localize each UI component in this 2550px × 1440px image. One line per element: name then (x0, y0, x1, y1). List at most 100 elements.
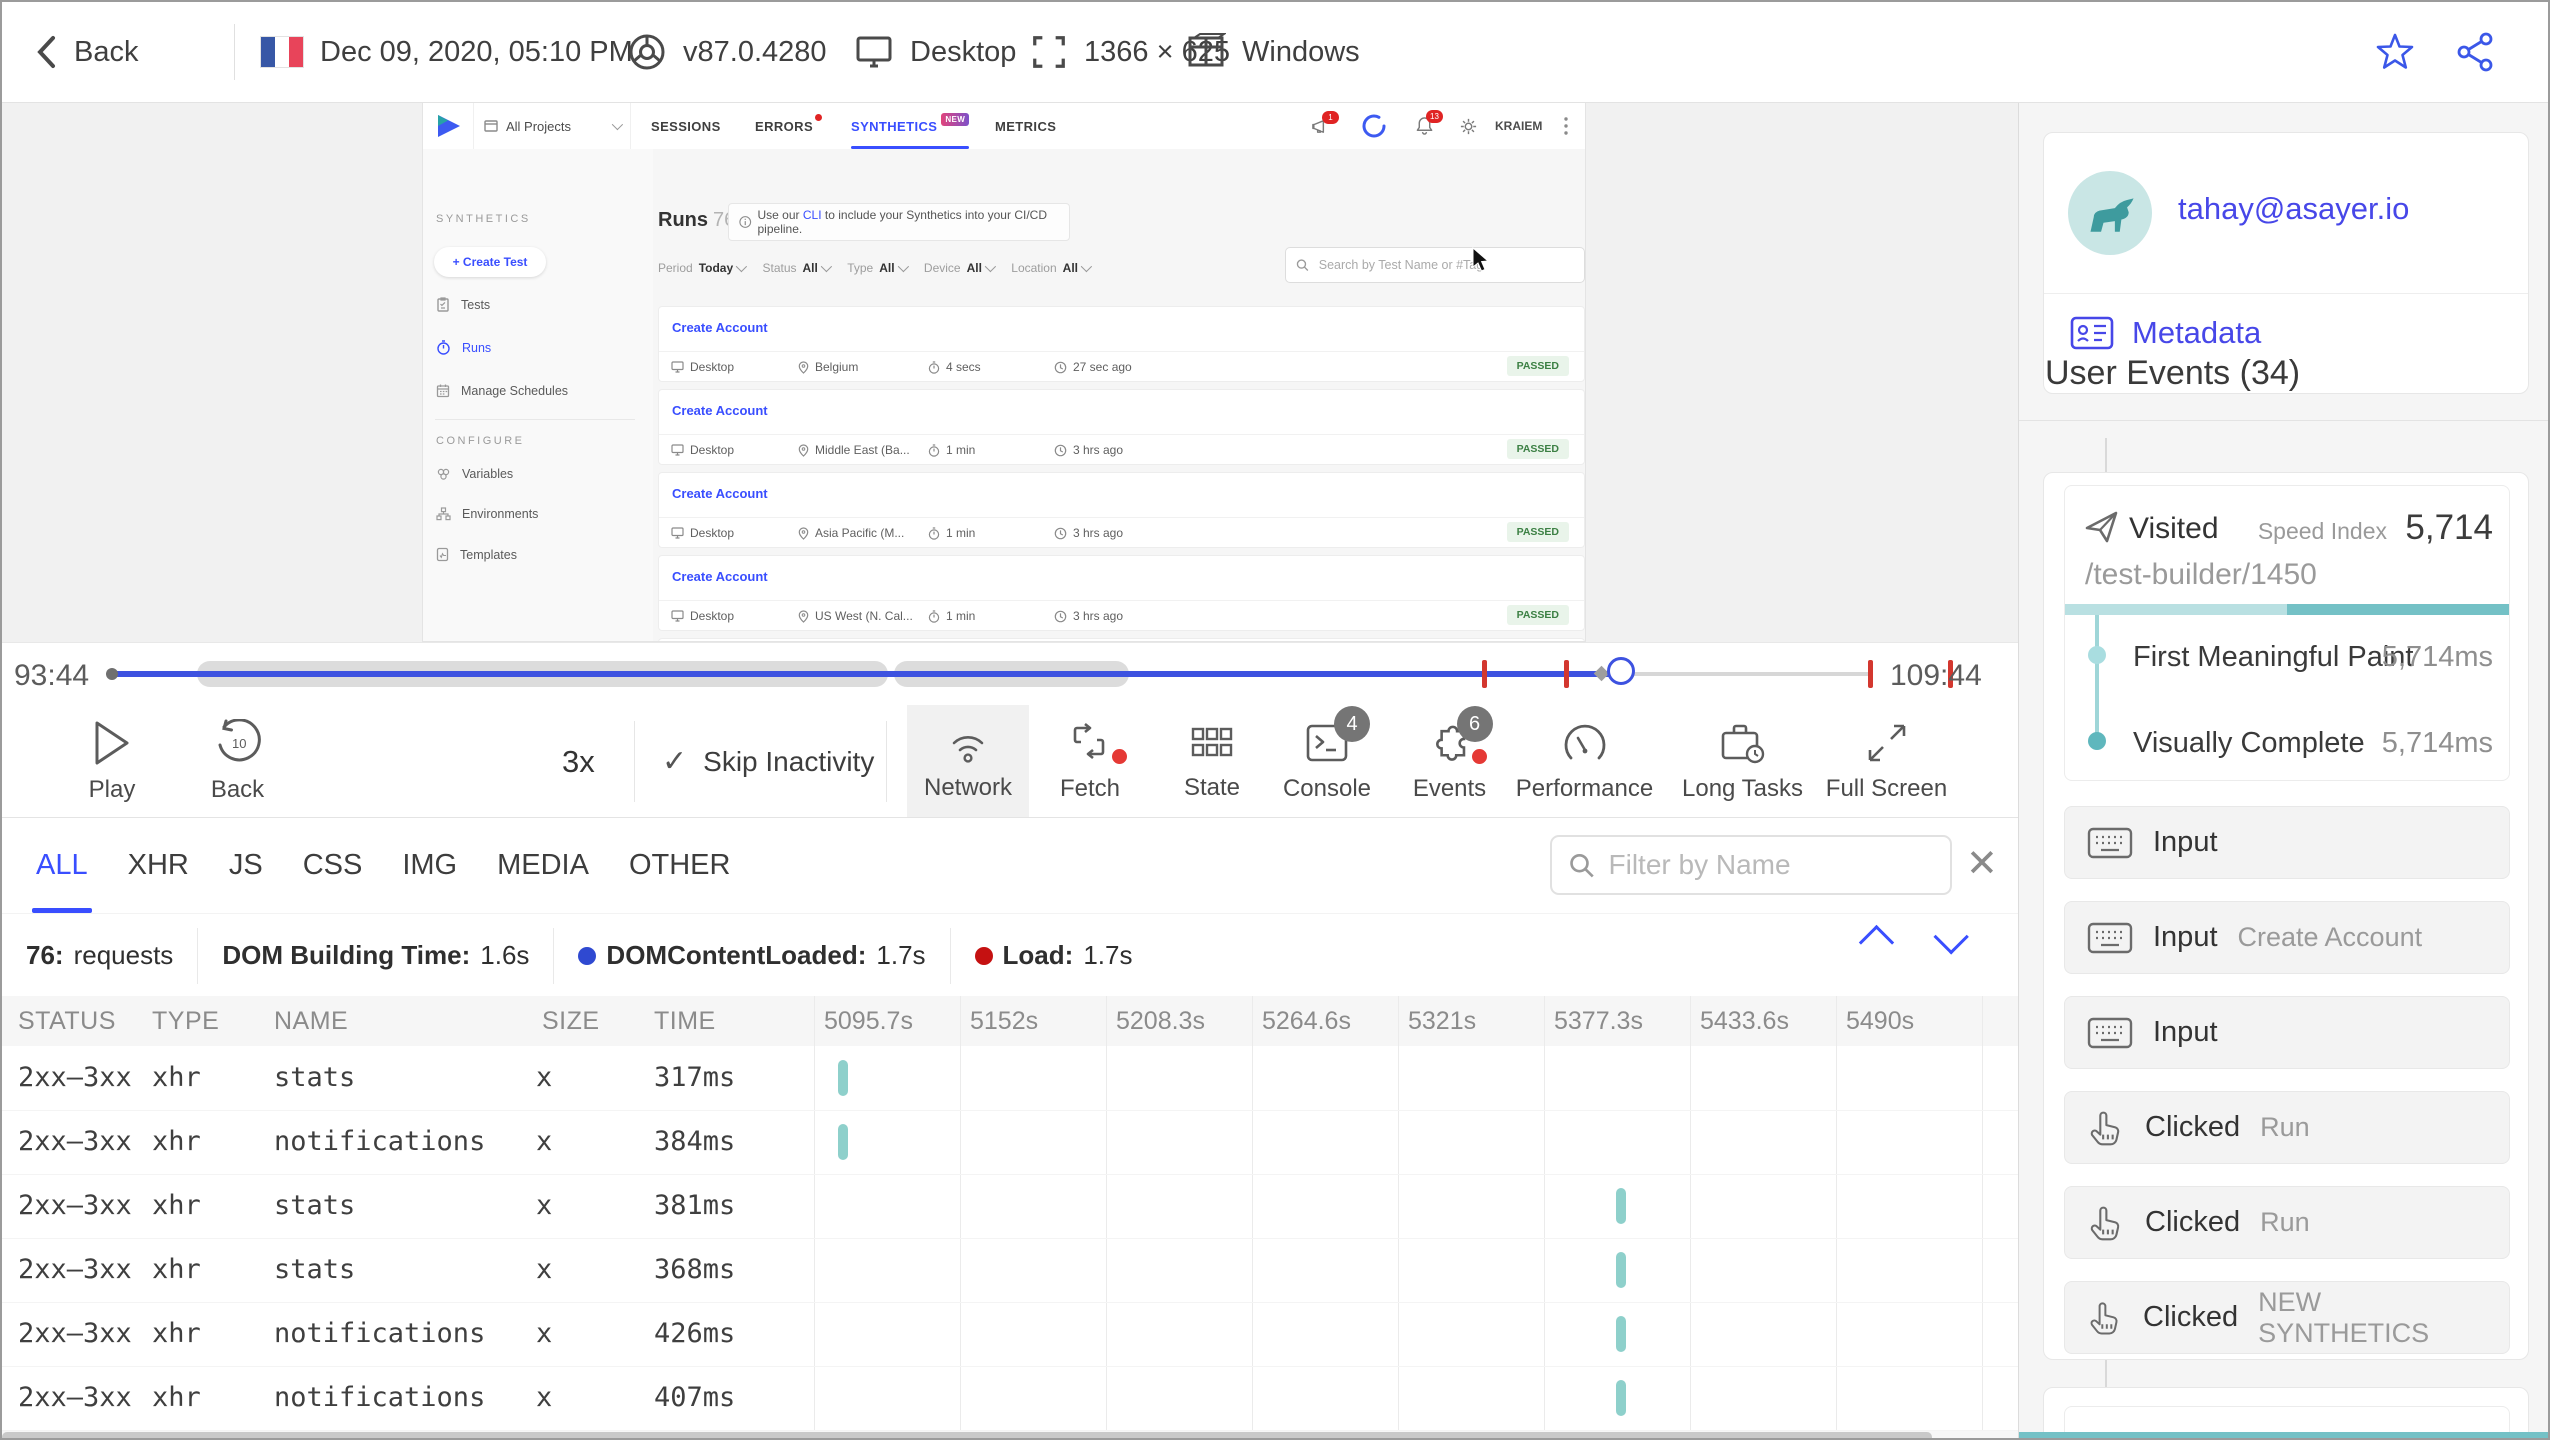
run-name-link[interactable]: Create Account (672, 569, 768, 584)
timeline-progress[interactable] (112, 671, 1624, 677)
settings-button[interactable] (1459, 103, 1478, 149)
app-tab-sessions[interactable]: SESSIONS (651, 103, 721, 149)
test-search-box[interactable] (1285, 247, 1585, 283)
announcement-count: 1 (1322, 110, 1339, 124)
windows-icon (1188, 33, 1226, 67)
network-panel-button[interactable]: Network (907, 705, 1029, 818)
speed-toggle[interactable]: 3x (562, 705, 595, 818)
tab-all[interactable]: ALL (36, 849, 88, 882)
skip-inactivity-toggle[interactable]: ✓ Skip Inactivity (662, 705, 874, 818)
error-marker[interactable] (1564, 660, 1569, 688)
request-row[interactable]: 2xx–3xx xhr notifications x 407ms (2, 1366, 2018, 1431)
filter-box[interactable] (1550, 835, 1952, 895)
state-panel-button[interactable]: State (1162, 705, 1262, 818)
test-search-input[interactable] (1316, 257, 1574, 273)
back-10s-button[interactable]: 10 Back (190, 705, 285, 818)
metadata-button[interactable]: Metadata (2070, 315, 2261, 351)
run-name-link[interactable]: Create Account (672, 486, 768, 501)
sidebar-item-templates[interactable]: Templates (436, 547, 517, 562)
event-item-clicked[interactable]: Clicked NEW SYNTHETICS (2064, 1281, 2510, 1354)
browser-info: v87.0.4280 (627, 2, 827, 102)
favorite-button[interactable] (2374, 2, 2416, 102)
notifications-button[interactable]: 13 (1415, 103, 1443, 149)
app-tab-errors[interactable]: ERRORS (755, 103, 823, 149)
sidebar-item-runs[interactable]: Runs (436, 340, 491, 355)
player-timeline[interactable]: 93:44 109:44 (2, 642, 2018, 705)
filter-location[interactable]: Location All (1011, 260, 1093, 275)
user-menu[interactable]: KRAIEM (1495, 103, 1542, 149)
filter-status[interactable]: Status All (762, 260, 833, 275)
horizontal-scrollbar[interactable] (2, 1431, 2018, 1438)
request-row[interactable]: 2xx–3xx xhr stats x 381ms (2, 1174, 2018, 1239)
tab-xhr[interactable]: XHR (128, 849, 189, 882)
create-test-button[interactable]: + Create Test (434, 247, 546, 277)
tab-js[interactable]: JS (229, 849, 263, 882)
dom-content-loaded: DOMContentLoaded: 1.7s (554, 927, 951, 984)
filter-type[interactable]: Type All (847, 260, 909, 275)
request-row[interactable]: 2xx–3xx xhr notifications x 426ms (2, 1302, 2018, 1367)
request-row[interactable]: 2xx–3xx xhr notifications x 384ms (2, 1110, 2018, 1175)
event-item-input[interactable]: Input (2064, 806, 2510, 879)
long-tasks-panel-button[interactable]: Long Tasks (1670, 705, 1815, 818)
scrollbar-thumb[interactable] (2, 1432, 1932, 1438)
playhead-handle[interactable] (1607, 657, 1635, 685)
close-panel-button[interactable]: ✕ (1966, 844, 1998, 884)
performance-panel-button[interactable]: Performance (1507, 705, 1662, 818)
run-card[interactable]: Create Account Desktop Middle East (Ba..… (658, 389, 1585, 465)
app-logo[interactable] (433, 103, 463, 149)
events-panel-button[interactable]: 6 Events (1402, 705, 1497, 818)
full-screen-button[interactable]: Full Screen (1814, 705, 1959, 818)
back-button[interactable]: Back (34, 2, 138, 102)
app-tab-synthetics[interactable]: SYNTHETICS NEW (851, 103, 970, 149)
project-name: All Projects (506, 118, 572, 134)
project-selector[interactable]: All Projects (473, 103, 631, 149)
app-tab-metrics[interactable]: METRICS (995, 103, 1056, 149)
visited-url: /test-builder/1450 (2085, 558, 2317, 591)
event-item-input[interactable]: Input Create Account (2064, 901, 2510, 974)
share-button[interactable] (2454, 2, 2498, 102)
run-name-link[interactable]: Create Account (672, 403, 768, 418)
tab-other[interactable]: OTHER (629, 849, 731, 882)
sidebar-item-variables[interactable]: Variables (436, 467, 513, 481)
fetch-panel-button[interactable]: Fetch (1040, 705, 1140, 818)
console-panel-button[interactable]: 4 Console (1267, 705, 1387, 818)
visited-event-card[interactable]: Visited Speed Index 5,714 /test-builder/… (2064, 485, 2510, 781)
request-row[interactable]: 2xx–3xx xhr stats x 317ms (2, 1046, 2018, 1111)
tab-css[interactable]: CSS (303, 849, 363, 882)
filter-input[interactable] (1606, 848, 1934, 882)
error-marker[interactable] (1868, 660, 1873, 688)
run-card[interactable]: Create Account Desktop US West (N. Cal..… (658, 555, 1585, 631)
hand-pointer-icon (2090, 1111, 2120, 1145)
sidebar-item-environments[interactable]: Environments (436, 507, 538, 521)
play-button[interactable]: Play (67, 705, 157, 818)
request-row[interactable]: 2xx–3xx xhr stats x 368ms (2, 1238, 2018, 1303)
check-icon: ✓ (662, 745, 688, 778)
dcl-dot (578, 946, 597, 965)
user-email-link[interactable]: tahay@asayer.io (2178, 191, 2409, 227)
event-item-input[interactable]: Input (2064, 996, 2510, 1069)
event-item-clicked[interactable]: Clicked Run (2064, 1091, 2510, 1164)
more-menu-button[interactable] (1563, 103, 1569, 149)
run-name-link[interactable]: Create Account (672, 320, 768, 335)
jump-previous-button[interactable] (1858, 924, 1895, 961)
event-item-clicked[interactable]: Clicked Run (2064, 1186, 2510, 1259)
errors-dot (815, 113, 823, 121)
timeline-remaining[interactable] (1624, 672, 1872, 676)
fmp-label: First Meaningful Paint (2133, 641, 2414, 673)
tab-media[interactable]: MEDIA (497, 849, 589, 882)
pin-icon (798, 526, 809, 540)
run-card[interactable]: Create Account Desktop Asia Pacific (M..… (658, 472, 1585, 548)
request-timing-bar (838, 1060, 848, 1096)
error-marker[interactable] (1482, 660, 1487, 688)
filter-device[interactable]: Device All (924, 260, 997, 275)
sidebar-item-manage-schedules[interactable]: Manage Schedules (436, 383, 568, 398)
announcements-button[interactable]: 1 (1311, 103, 1339, 149)
chevron-left-icon (37, 36, 55, 68)
cli-link[interactable]: CLI (803, 208, 822, 222)
run-card[interactable]: Create Account Desktop Belgium 4 secs 27… (658, 306, 1585, 382)
run-device: Desktop (671, 601, 734, 630)
gauge-icon (1564, 724, 1605, 760)
filter-period[interactable]: Period Today (658, 260, 748, 275)
tab-img[interactable]: IMG (402, 849, 457, 882)
sidebar-item-tests[interactable]: Tests (436, 297, 490, 312)
